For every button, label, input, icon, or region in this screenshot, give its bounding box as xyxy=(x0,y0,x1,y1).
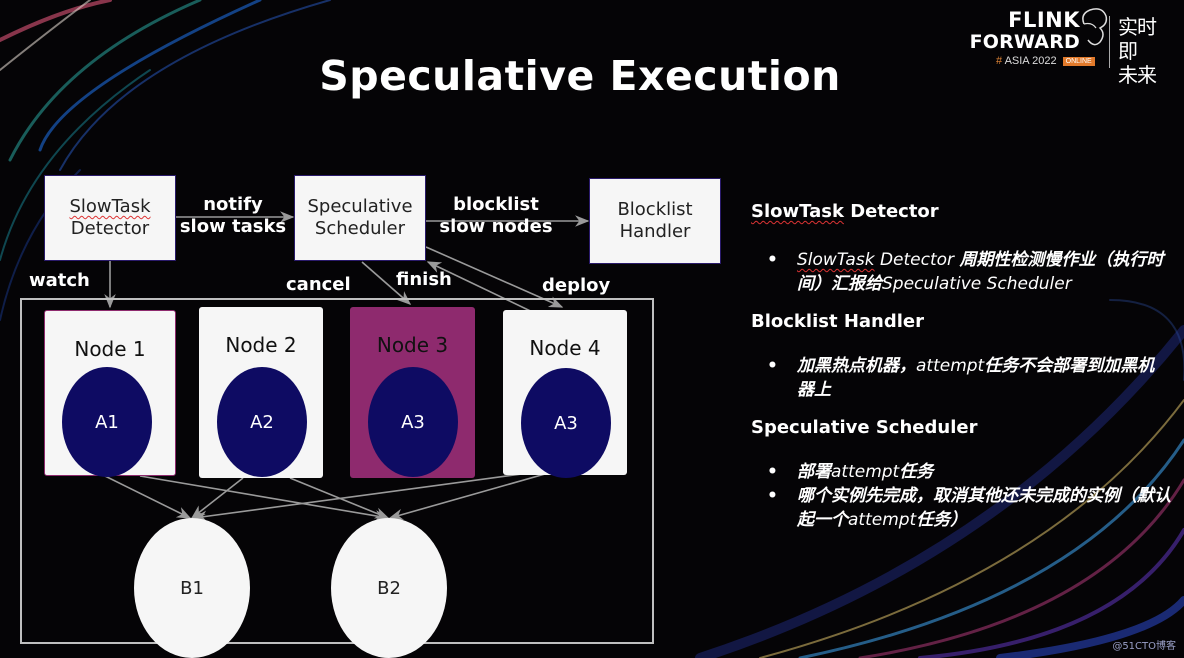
blocklist-handler-box: Blocklist Handler xyxy=(589,178,721,264)
detector-label-line1: SlowTask xyxy=(69,196,151,217)
node-2: Node 2 A2 xyxy=(199,307,323,478)
bullet-text-part: attempt xyxy=(831,462,900,482)
task-a3-original: A3 xyxy=(368,367,458,477)
bullet-item: • 加黑热点机器，attempt任务不会部署到加黑机器上 xyxy=(751,354,1171,402)
node-4-label: Node 4 xyxy=(529,336,601,360)
bullet-icon: • xyxy=(767,462,778,482)
edge-label-blocklist-line2: slow nodes xyxy=(439,216,553,237)
node-3-label: Node 3 xyxy=(376,333,449,357)
edge-label-notify-line1: notify xyxy=(203,194,263,215)
node-2-label: Node 2 xyxy=(225,333,297,357)
task-b1: B1 xyxy=(134,518,250,658)
edge-label-finish: finish xyxy=(396,269,452,290)
edge-label-cancel: cancel xyxy=(286,274,351,295)
bullet-item: • SlowTask Detector 周期性检测慢作业（执行时间）汇报给Spe… xyxy=(751,248,1171,296)
handler-label-line2: Handler xyxy=(619,221,691,242)
bullet-icon: • xyxy=(767,250,778,270)
logo-slogan-line2: 未来 xyxy=(1118,63,1157,87)
bullet-text-part: SlowTask xyxy=(797,250,875,270)
node-3-slow: Node 3 A3 xyxy=(350,307,475,478)
bullet-text-part: 部署 xyxy=(797,462,831,482)
description-panel: SlowTask Detector • SlowTask Detector 周期… xyxy=(751,200,1171,532)
node-4: Node 4 A3 xyxy=(503,310,627,478)
squirrel-icon xyxy=(1082,8,1108,46)
bullet-text-part: attempt xyxy=(916,356,985,376)
bullet-text-part: 任务） xyxy=(916,510,968,530)
scheduler-label-line2: Scheduler xyxy=(314,218,406,239)
bullet-item: • 部署attempt任务 xyxy=(751,460,1171,484)
logo-online-badge: ONLINE xyxy=(1062,57,1095,66)
node-1-label: Node 1 xyxy=(74,337,146,361)
logo-hash: # xyxy=(996,55,1003,67)
detector-bullets: • SlowTask Detector 周期性检测慢作业（执行时间）汇报给Spe… xyxy=(751,248,1171,296)
edge-label-deploy: deploy xyxy=(542,275,611,296)
edge-label-watch: watch xyxy=(29,270,90,291)
section-title-detector-b: Detector xyxy=(843,201,939,222)
bullet-text-part: attempt xyxy=(848,510,917,530)
bullet-item: • 哪个实例先完成，取消其他还未完成的实例（默认起一个attempt任务） xyxy=(751,484,1171,532)
bullet-icon: • xyxy=(767,356,778,376)
logo-divider xyxy=(1109,16,1110,68)
section-title-blocklist: Blocklist Handler xyxy=(751,311,924,332)
logo-slogan: 实时即 未来 xyxy=(1118,15,1168,87)
section-title-detector-a: SlowTask xyxy=(751,201,844,222)
edge-label-blocklist-line1: blocklist xyxy=(453,194,539,215)
scheduler-label-line1: Speculative xyxy=(307,196,413,217)
handler-label-line1: Blocklist xyxy=(617,199,693,220)
section-title-detector: SlowTask Detector xyxy=(751,200,1171,224)
logo-event-name: ASIA 2022 xyxy=(1004,55,1057,67)
watermark: @51CTO博客 xyxy=(1112,641,1176,652)
task-a3-speculative: A3 xyxy=(521,368,611,478)
bullet-text-part: 任务 xyxy=(899,462,934,482)
section-title-scheduler: Speculative Scheduler xyxy=(751,417,978,438)
blocklist-bullets: • 加黑热点机器，attempt任务不会部署到加黑机器上 xyxy=(751,354,1171,402)
edge-label-notify-line2: slow tasks xyxy=(179,216,287,237)
detector-label-line2: Detector xyxy=(70,218,150,239)
edge-label-notify: notify slow tasks xyxy=(178,194,288,238)
edge-label-blocklist: blocklist slow nodes xyxy=(436,194,556,238)
logo-event: # ASIA 2022 ONLINE xyxy=(996,55,1095,67)
bullet-icon: • xyxy=(767,486,778,506)
bullet-text-part: 加黑热点机器， xyxy=(797,356,916,376)
logo-flink: FLINK xyxy=(1008,8,1080,32)
logo-forward: FORWARD xyxy=(969,31,1080,53)
bullet-text-part: Detector xyxy=(874,250,960,270)
task-a2: A2 xyxy=(217,367,307,477)
task-a1: A1 xyxy=(62,367,152,477)
flink-forward-logo: FLINK FORWARD # ASIA 2022 ONLINE 实时即 未来 xyxy=(966,6,1176,87)
task-b2: B2 xyxy=(331,518,447,658)
bullet-text-part: Speculative Scheduler xyxy=(882,274,1072,294)
speculative-scheduler-box: Speculative Scheduler xyxy=(294,175,426,261)
slowtask-detector-box: SlowTask Detector xyxy=(44,175,176,261)
scheduler-bullets: • 部署attempt任务 • 哪个实例先完成，取消其他还未完成的实例（默认起一… xyxy=(751,460,1171,532)
logo-slogan-line1: 实时即 xyxy=(1118,15,1157,63)
node-1: Node 1 A1 xyxy=(44,310,176,477)
